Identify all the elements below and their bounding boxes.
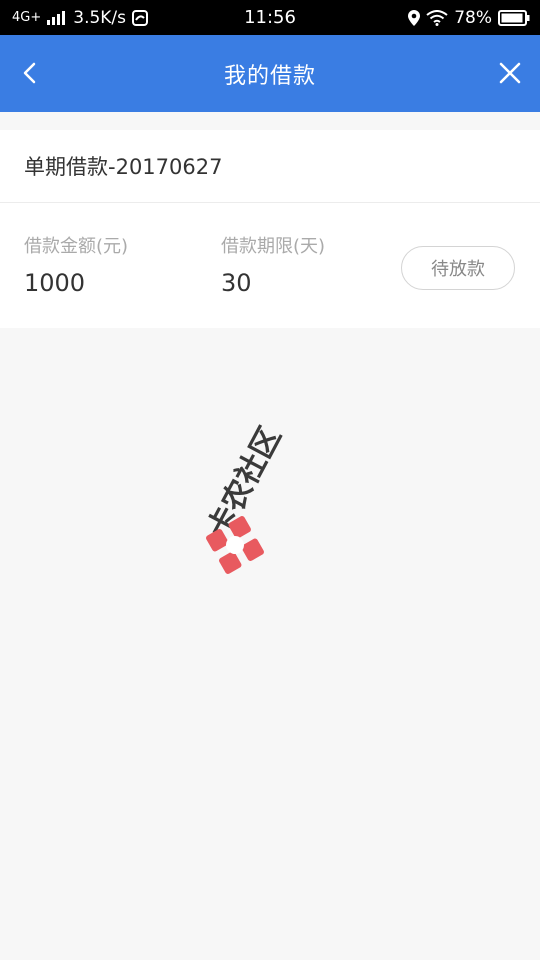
status-bar: 4G+ 3.5K/s 11:56 78% [0,0,540,35]
status-right: 78% [408,0,530,35]
close-icon [499,62,521,84]
nav-bar: 我的借款 [0,35,540,112]
loan-term-value: 30 [221,269,252,297]
loan-card-header: 单期借款-20170627 [0,130,540,203]
loan-term-label: 借款期限(天) [221,236,326,257]
wifi-icon [426,9,448,26]
battery-percent: 78% [454,7,492,28]
close-button[interactable] [490,53,530,93]
loan-status-button[interactable]: 待放款 [401,246,515,290]
location-icon [408,9,421,26]
page-title: 我的借款 [223,63,316,89]
watermark: 卡农社区 [201,395,345,575]
loan-name: 单期借款-20170627 [24,155,223,179]
watermark-logo: 卡农社区 [201,421,288,574]
battery-icon [498,9,530,26]
loan-card[interactable]: 单期借款-20170627 借款金额(元) 1000 借款期限(天) 30 待放… [0,130,540,328]
loan-amount-value: 1000 [24,269,86,297]
loan-amount-label: 借款金额(元) [24,236,129,257]
